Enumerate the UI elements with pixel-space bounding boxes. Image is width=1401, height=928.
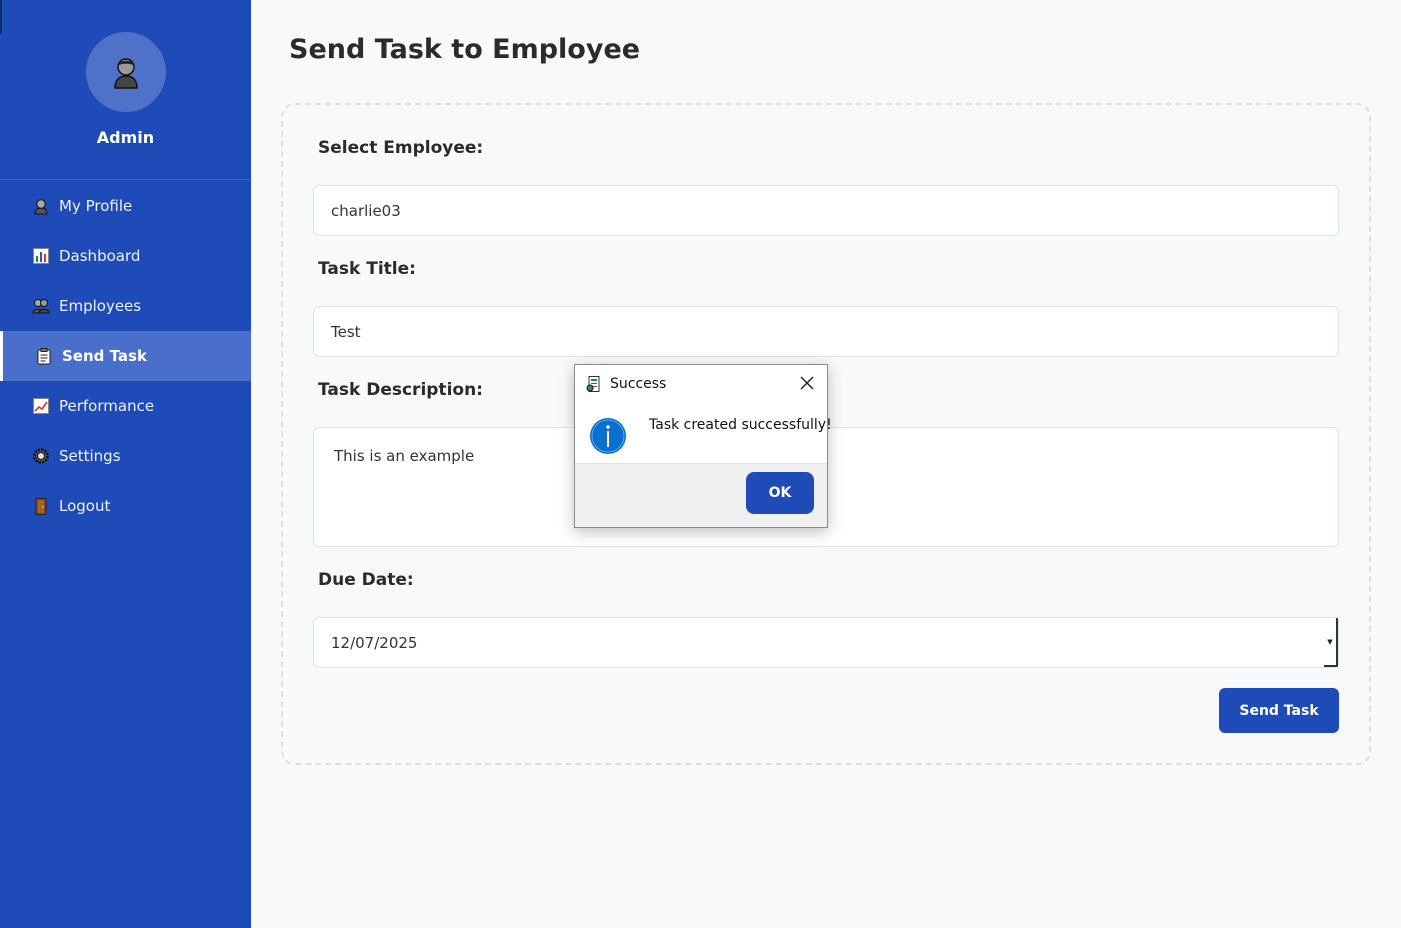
sidebar-item-logout[interactable]: Logout [0,481,251,531]
employee-value: charlie03 [331,201,401,220]
info-icon [590,418,626,454]
sidebar-item-dashboard[interactable]: Dashboard [0,231,251,281]
sidebar-item-label: Employees [59,297,142,315]
close-icon[interactable] [799,375,815,391]
clipboard-icon [35,347,53,365]
sidebar-item-my-profile[interactable]: My Profile [0,181,251,231]
send-task-button[interactable]: Send Task [1219,688,1339,733]
sidebar-item-label: Performance [59,397,155,415]
sidebar-item-send-task[interactable]: Send Task [0,331,251,381]
user-avatar-icon [114,58,138,89]
employee-select[interactable]: charlie03 [313,185,1339,236]
sidebar: Admin My Profile Dashboard Employees Sen… [0,0,251,928]
dialog-titlebar[interactable]: Success [575,365,827,403]
due-date-value: 12/07/2025 [331,633,418,652]
employee-label: Select Employee: [318,138,484,158]
sidebar-item-performance[interactable]: Performance [0,381,251,431]
page-title: Send Task to Employee [289,34,641,65]
bar-chart-icon [32,247,50,265]
trend-chart-icon [32,397,50,415]
sidebar-item-label: Send Task [62,347,147,365]
gear-icon [32,447,50,465]
sidebar-item-employees[interactable]: Employees [0,281,251,331]
user-name: Admin [96,128,155,147]
door-icon [32,497,50,515]
window-edge [0,0,2,34]
people-icon [32,297,50,315]
sidebar-item-label: Logout [59,497,111,515]
sidebar-nav: My Profile Dashboard Employees Send Task… [0,181,251,531]
sidebar-item-label: Dashboard [59,247,141,265]
dropdown-arrow-icon[interactable]: ▼ [1324,618,1338,667]
sidebar-item-label: My Profile [59,197,133,215]
app-icon [586,376,600,392]
due-date-label: Due Date: [318,570,414,590]
sidebar-item-label: Settings [59,447,121,465]
dialog-message: Task created successfully! [649,417,832,433]
task-title-value: Test [331,322,361,341]
sidebar-divider [0,179,251,180]
ok-button[interactable]: OK [746,472,814,514]
task-title-label: Task Title: [318,259,416,279]
task-title-input[interactable]: Test [313,306,1339,357]
success-dialog: Success Task created successfully! OK [574,364,832,528]
dialog-body: Task created successfully! [575,403,832,463]
dialog-footer: OK [575,463,827,527]
avatar [86,32,166,112]
sidebar-item-settings[interactable]: Settings [0,431,251,481]
task-description-label: Task Description: [318,380,483,400]
due-date-input[interactable]: 12/07/2025 ▼ [313,617,1339,668]
dialog-title: Success [610,376,667,392]
profile-icon [32,197,50,215]
task-description-value: This is an example [334,447,475,465]
